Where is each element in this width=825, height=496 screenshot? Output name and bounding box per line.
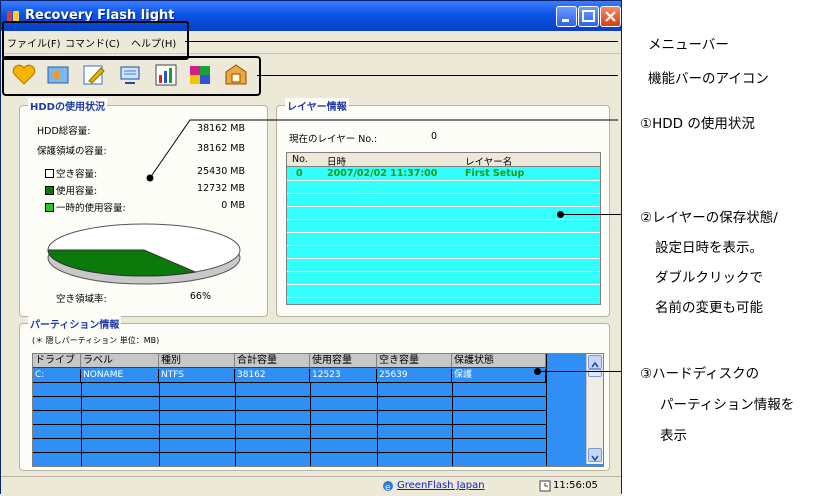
menubar-leader (185, 41, 618, 42)
greenflash-link[interactable]: GreenFlash Japan (397, 480, 485, 491)
annotation-layer-1: ②レイヤーの保存状態/ (640, 210, 778, 226)
free-rate-label: 空き領域率: (56, 294, 107, 305)
close-button[interactable] (600, 6, 621, 27)
free-rate-value: 66% (189, 291, 211, 302)
pcell-free[interactable]: 25639 (377, 369, 452, 382)
row-divider (33, 424, 546, 425)
annotation-layer-4: 名前の変更も可能 (655, 300, 763, 316)
partition-table[interactable]: ドライブ ラベル 種別 合計容量 使用容量 空き容量 保護状態 C: NONAM… (32, 353, 604, 467)
row-divider (287, 193, 600, 194)
used-swatch (45, 186, 54, 195)
hdd-pie-chart (47, 223, 241, 285)
svg-text:e: e (385, 483, 391, 492)
annotation-partition-2: パーティション情報を (660, 397, 795, 413)
row-divider (287, 219, 600, 220)
col-divider (81, 382, 82, 466)
row-divider (287, 232, 600, 233)
row-divider (287, 297, 600, 298)
pcol-total[interactable]: 合計容量 (235, 354, 310, 368)
col-divider (159, 382, 160, 466)
partition-group-title: パーティション情報 (28, 316, 122, 331)
annotation-hdd: ①HDD の使用状況 (640, 116, 755, 132)
pcol-drive[interactable]: ドライブ (33, 354, 81, 368)
annotation-menubar: メニューバー (648, 37, 729, 53)
row-divider (33, 396, 546, 397)
annotation-layer-3: ダブルクリックで (655, 270, 763, 286)
partition-leader-dot (534, 368, 541, 375)
used-label: 使用容量: (56, 186, 98, 197)
pcell-drive[interactable]: C: (33, 369, 81, 382)
pcol-label[interactable]: ラベル (81, 354, 159, 368)
pcell-protect[interactable]: 保護 (452, 369, 546, 382)
scroll-up-button[interactable] (588, 355, 602, 369)
layer-leader (560, 214, 622, 215)
row-divider (33, 452, 546, 453)
pcol-free[interactable]: 空き容量 (377, 354, 452, 368)
pcell-used[interactable]: 12523 (310, 369, 377, 382)
pcol-used[interactable]: 使用容量 (310, 354, 377, 368)
minimize-icon (562, 19, 569, 22)
status-time: 11:56:05 (553, 480, 598, 491)
partition-leader (537, 371, 622, 372)
row-divider (287, 284, 600, 285)
col-divider (377, 382, 378, 466)
pcol-type[interactable]: 種別 (159, 354, 235, 368)
status-bar: e GreenFlash Japan 11:56:05 (1, 476, 621, 496)
row-divider (287, 258, 600, 259)
col-divider (235, 382, 236, 466)
pcell-type[interactable]: NTFS (159, 369, 235, 382)
clock-icon (539, 480, 551, 492)
layer-leader-dot (557, 211, 564, 218)
hdd-protected-label: 保護領域の容量: (37, 146, 107, 157)
temp-label: 一時的使用容量: (56, 203, 126, 214)
temp-swatch (45, 203, 54, 212)
menubar-highlight-box (2, 21, 189, 60)
pcell-total[interactable]: 38162 (235, 369, 310, 382)
toolbar-highlight-box (2, 56, 261, 96)
row-divider (33, 410, 546, 411)
annotation-partition-3: 表示 (660, 428, 687, 444)
annotation-partition-1: ③ハードディスクの (640, 366, 760, 382)
pcell-label[interactable]: NONAME (81, 369, 159, 382)
maximize-button[interactable] (578, 6, 599, 27)
scroll-down-button[interactable] (588, 448, 602, 462)
annotation-layer-2: 設定日時を表示。 (655, 240, 763, 256)
chevron-down-icon (591, 455, 599, 462)
toolbar-leader (257, 75, 618, 76)
row-divider (33, 382, 546, 383)
maximize-icon (582, 10, 595, 22)
row-divider (287, 271, 600, 272)
row-divider (33, 438, 546, 439)
minimize-button[interactable] (556, 6, 577, 27)
partition-note: (＊ 隠しパーティション 単位：MB) (32, 336, 160, 345)
free-swatch (45, 169, 54, 178)
hdd-group-title: HDDの使用状況 (28, 98, 107, 113)
hdd-total-label: HDD総容量: (37, 126, 91, 137)
hdd-leader (146, 119, 618, 182)
temp-value: 0 MB (221, 200, 245, 211)
annotation-toolbar: 機能バーのアイコン (648, 71, 769, 87)
partition-info-group: パーティション情報 (＊ 隠しパーティション 単位：MB) ドライブ ラベル 種… (19, 316, 610, 471)
col-divider (310, 382, 311, 466)
row-divider (287, 245, 600, 246)
row-divider (287, 206, 600, 207)
ie-icon: e (383, 481, 393, 492)
pcol-protect[interactable]: 保護状態 (452, 354, 546, 368)
close-icon (605, 11, 616, 22)
col-divider (452, 382, 453, 466)
free-label: 空き容量: (56, 169, 98, 180)
